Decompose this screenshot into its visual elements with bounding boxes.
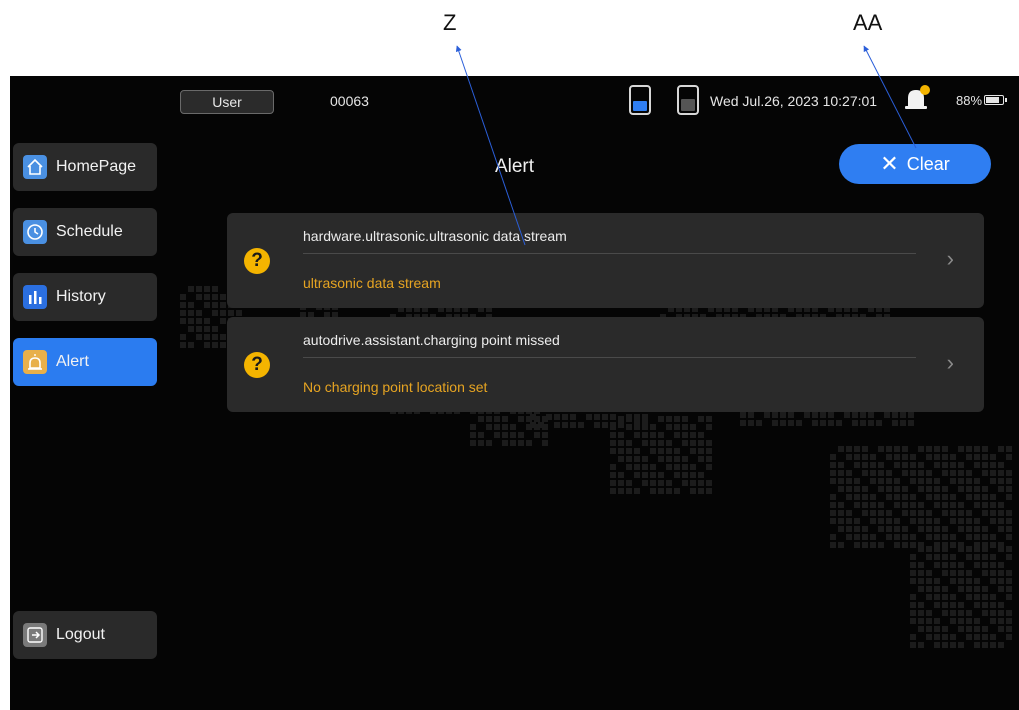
logout-button[interactable]: Logout [13,611,157,659]
callout-z: Z [443,10,457,35]
sidebar-item-label: History [56,288,106,305]
alert-description: No charging point location set [303,379,488,395]
alert-divider [303,357,916,358]
sidebar-item-label: Schedule [56,223,123,240]
alert-title: autodrive.assistant.charging point misse… [303,332,560,348]
battery-level-fill [986,97,999,103]
alert-divider [303,253,916,254]
station-status-icon [677,85,699,115]
logout-icon [23,623,47,647]
sidebar-item-schedule[interactable]: Schedule [13,208,157,256]
app-screen: User 00063 Wed Jul.26, 2023 10:27:01 88%… [10,76,1019,710]
alarm-icon [23,350,47,374]
callout-aa: AA [853,10,883,35]
question-icon: ? [244,352,270,378]
datetime-text: Wed Jul.26, 2023 10:27:01 [710,93,878,109]
alert-card[interactable]: ? autodrive.assistant.charging point mis… [227,317,984,412]
device-id: 00063 [330,93,369,109]
close-icon: ✕ [880,151,899,176]
user-badge[interactable]: User [180,90,274,114]
clear-button-label: Clear [906,153,950,174]
clear-button[interactable]: ✕ Clear [839,144,991,184]
sidebar-item-history[interactable]: History [13,273,157,321]
robot-status-icon [629,85,651,115]
battery-icon [984,95,1007,105]
notification-bell-icon[interactable] [903,84,931,110]
chevron-right-icon: › [946,350,954,375]
alert-card[interactable]: ? hardware.ultrasonic.ultrasonic data st… [227,213,984,308]
sidebar-item-alert[interactable]: Alert [13,338,157,386]
sidebar-item-label: Alert [56,353,89,370]
logout-label: Logout [56,626,105,643]
chevron-right-icon: › [946,246,954,271]
alert-description: ultrasonic data stream [303,275,441,291]
battery-percent: 88% [956,93,983,108]
clock-icon [23,220,47,244]
question-icon: ? [244,248,270,274]
alert-title: hardware.ultrasonic.ultrasonic data stre… [303,228,567,244]
bar-chart-icon [23,285,47,309]
